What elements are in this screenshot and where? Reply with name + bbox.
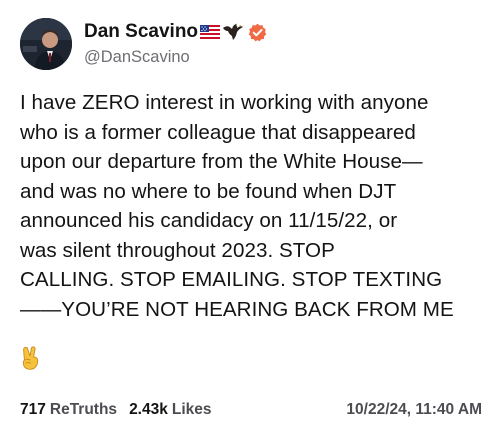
display-name-row: Dan Scavino <box>84 20 267 44</box>
victory-hand-icon <box>20 346 42 370</box>
author-names: Dan Scavino @DanScavino <box>84 20 267 68</box>
likes-label: Likes <box>171 401 212 418</box>
post-body-line: CALLING. STOP EMAILING. STOP TEXTING <box>20 268 443 291</box>
post-body-line: who is a former colleague that disappear… <box>20 120 416 144</box>
author-avatar[interactable] <box>20 18 72 70</box>
retruths-label: ReTruths <box>49 401 118 418</box>
likes-stat[interactable]: 2.43k Likes <box>129 401 211 419</box>
post-body-line: upon our departure from the White House— <box>20 150 423 173</box>
author-display-name[interactable]: Dan Scavino <box>84 20 198 44</box>
post-body-line: ——YOU’RE NOT HEARING BACK FROM ME <box>20 297 454 321</box>
retruths-count: 717 <box>20 401 46 418</box>
eagle-icon <box>222 22 244 42</box>
post-body-line: I have ZERO interest in working with any… <box>20 91 429 114</box>
likes-count: 2.43k <box>129 401 168 418</box>
us-flag-icon <box>200 25 221 39</box>
post-footer: 717 ReTruths 2.43k Likes 10/22/24, 11:40… <box>20 399 482 421</box>
author-handle[interactable]: @DanScavino <box>84 46 267 68</box>
retruths-stat[interactable]: 717 ReTruths <box>20 401 117 419</box>
truth-social-post: Dan Scavino @DanScavino I have ZERO inte… <box>0 0 500 436</box>
post-body-line: announced his candidacy on 11/15/22, or <box>20 209 398 232</box>
post-header: Dan Scavino @DanScavino <box>20 16 267 72</box>
verified-badge-icon <box>248 23 267 42</box>
post-body-line: and was no where to be found when DJT <box>20 179 397 203</box>
post-timestamp[interactable]: 10/22/24, 11:40 AM <box>346 401 482 419</box>
post-body: I have ZERO interest in working with any… <box>20 88 490 324</box>
post-body-line: was silent throughout 2023. STOP <box>20 238 335 262</box>
